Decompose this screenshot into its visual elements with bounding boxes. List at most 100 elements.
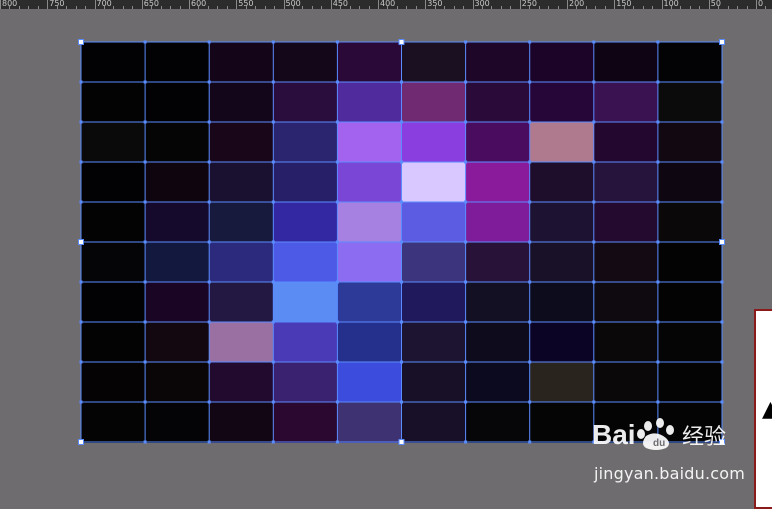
- anchor-point[interactable]: [592, 280, 596, 284]
- anchor-point[interactable]: [271, 160, 275, 164]
- anchor-point[interactable]: [528, 440, 532, 444]
- anchor-point[interactable]: [400, 120, 403, 124]
- anchor-point[interactable]: [528, 400, 532, 404]
- anchor-point[interactable]: [592, 360, 596, 364]
- anchor-point[interactable]: [720, 160, 724, 164]
- bounding-box-handle[interactable]: [719, 39, 725, 45]
- anchor-point[interactable]: [528, 280, 532, 284]
- anchor-point[interactable]: [464, 360, 468, 364]
- anchor-point[interactable]: [592, 40, 596, 44]
- anchor-point[interactable]: [656, 400, 660, 404]
- anchor-point[interactable]: [143, 280, 147, 284]
- anchor-point[interactable]: [79, 200, 83, 204]
- selection-grid-overlay[interactable]: [78, 39, 725, 445]
- anchor-point[interactable]: [335, 320, 339, 324]
- anchor-point[interactable]: [79, 360, 83, 364]
- anchor-point[interactable]: [464, 240, 468, 244]
- anchor-point[interactable]: [271, 120, 275, 124]
- anchor-point[interactable]: [335, 400, 339, 404]
- anchor-point[interactable]: [720, 200, 724, 204]
- anchor-point[interactable]: [335, 200, 339, 204]
- anchor-point[interactable]: [143, 240, 147, 244]
- anchor-point[interactable]: [143, 200, 147, 204]
- anchor-point[interactable]: [592, 200, 596, 204]
- anchor-point[interactable]: [720, 280, 724, 284]
- anchor-point[interactable]: [592, 120, 596, 124]
- anchor-point[interactable]: [464, 320, 468, 324]
- anchor-point[interactable]: [656, 200, 660, 204]
- anchor-point[interactable]: [592, 320, 596, 324]
- anchor-point[interactable]: [143, 440, 147, 444]
- anchor-point[interactable]: [335, 160, 339, 164]
- anchor-point[interactable]: [464, 80, 468, 84]
- artboard-pixel-grid[interactable]: [78, 39, 725, 445]
- anchor-point[interactable]: [528, 160, 532, 164]
- anchor-point[interactable]: [528, 240, 532, 244]
- anchor-point[interactable]: [271, 400, 275, 404]
- anchor-point[interactable]: [79, 160, 83, 164]
- bounding-box-handle[interactable]: [78, 439, 84, 445]
- anchor-point[interactable]: [271, 240, 275, 244]
- bounding-box-handle[interactable]: [719, 239, 725, 245]
- anchor-point[interactable]: [207, 160, 211, 164]
- anchor-point[interactable]: [720, 120, 724, 124]
- bounding-box-handle[interactable]: [398, 439, 405, 445]
- anchor-point[interactable]: [335, 120, 339, 124]
- anchor-point[interactable]: [207, 400, 211, 404]
- anchor-point[interactable]: [207, 40, 211, 44]
- anchor-point[interactable]: [400, 240, 403, 244]
- anchor-point[interactable]: [271, 440, 275, 444]
- anchor-point[interactable]: [528, 360, 532, 364]
- anchor-point[interactable]: [271, 200, 275, 204]
- anchor-point[interactable]: [592, 80, 596, 84]
- anchor-point[interactable]: [207, 280, 211, 284]
- anchor-point[interactable]: [271, 80, 275, 84]
- anchor-point[interactable]: [79, 280, 83, 284]
- anchor-point[interactable]: [464, 40, 468, 44]
- anchor-point[interactable]: [528, 320, 532, 324]
- anchor-point[interactable]: [464, 400, 468, 404]
- anchor-point[interactable]: [143, 160, 147, 164]
- anchor-point[interactable]: [143, 320, 147, 324]
- anchor-point[interactable]: [720, 360, 724, 364]
- anchor-point[interactable]: [656, 360, 660, 364]
- anchor-point[interactable]: [271, 360, 275, 364]
- anchor-point[interactable]: [207, 120, 211, 124]
- anchor-point[interactable]: [592, 240, 596, 244]
- anchor-point[interactable]: [400, 320, 403, 324]
- anchor-point[interactable]: [464, 160, 468, 164]
- anchor-point[interactable]: [79, 320, 83, 324]
- anchor-point[interactable]: [528, 200, 532, 204]
- anchor-point[interactable]: [528, 80, 532, 84]
- anchor-point[interactable]: [335, 40, 339, 44]
- anchor-point[interactable]: [400, 80, 403, 84]
- anchor-point[interactable]: [656, 280, 660, 284]
- anchor-point[interactable]: [656, 80, 660, 84]
- anchor-point[interactable]: [207, 200, 211, 204]
- anchor-point[interactable]: [143, 120, 147, 124]
- anchor-point[interactable]: [271, 40, 275, 44]
- anchor-point[interactable]: [335, 80, 339, 84]
- anchor-point[interactable]: [79, 80, 83, 84]
- anchor-point[interactable]: [464, 440, 468, 444]
- anchor-point[interactable]: [79, 400, 83, 404]
- anchor-point[interactable]: [656, 160, 660, 164]
- anchor-point[interactable]: [335, 440, 339, 444]
- anchor-point[interactable]: [207, 240, 211, 244]
- anchor-point[interactable]: [400, 360, 403, 364]
- anchor-point[interactable]: [143, 40, 147, 44]
- anchor-point[interactable]: [464, 200, 468, 204]
- anchor-point[interactable]: [207, 360, 211, 364]
- anchor-point[interactable]: [720, 80, 724, 84]
- anchor-point[interactable]: [335, 280, 339, 284]
- bounding-box-handle[interactable]: [398, 39, 405, 45]
- anchor-point[interactable]: [400, 400, 403, 404]
- anchor-point[interactable]: [335, 240, 339, 244]
- anchor-point[interactable]: [271, 320, 275, 324]
- anchor-point[interactable]: [143, 360, 147, 364]
- anchor-point[interactable]: [207, 80, 211, 84]
- bounding-box-handle[interactable]: [78, 39, 84, 45]
- anchor-point[interactable]: [207, 440, 211, 444]
- anchor-point[interactable]: [656, 120, 660, 124]
- anchor-point[interactable]: [720, 400, 724, 404]
